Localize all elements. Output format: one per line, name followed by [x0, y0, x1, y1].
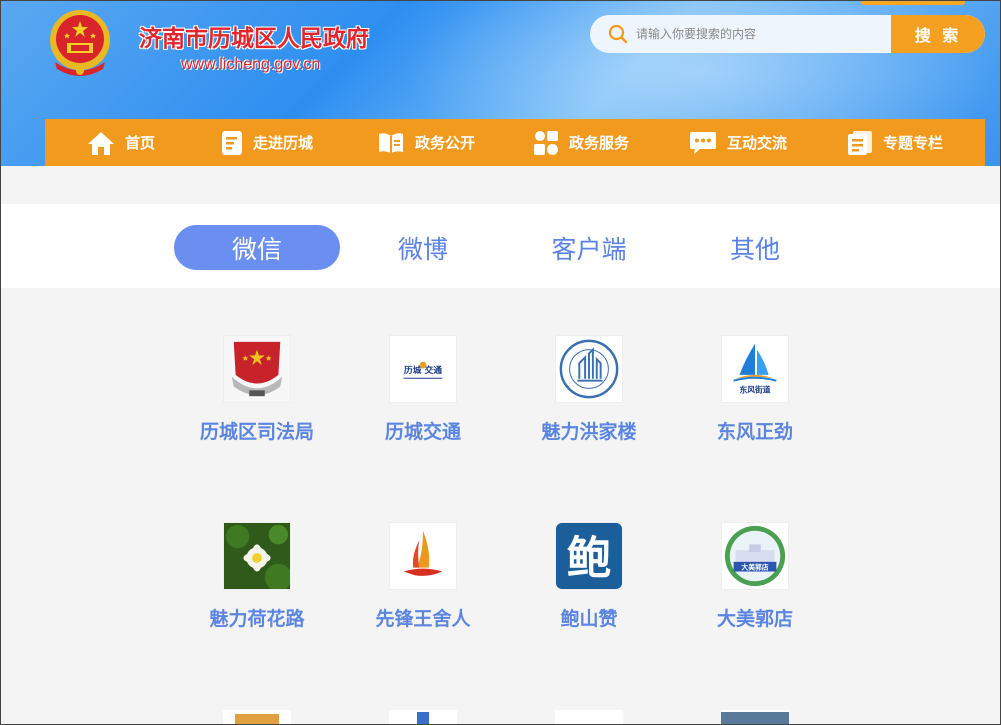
grid-service-icon: [534, 130, 558, 155]
search-button[interactable]: 搜 索: [891, 15, 985, 53]
main-nav: 首页 走进历城 政务公开 政务服务 互动交流 专题专栏: [45, 119, 985, 166]
account-logo-partial[interactable]: [721, 710, 789, 724]
account-label: 鲍山赞: [560, 608, 618, 630]
account-item[interactable]: 魅力荷花路: [174, 522, 340, 631]
svg-text:大美郭店: 大美郭店: [741, 563, 768, 572]
account-label: 历城区司法局: [199, 421, 314, 443]
justice-bureau-logo-icon: [223, 335, 291, 403]
account-label: 先锋王舍人: [375, 608, 471, 630]
nav-label: 互动交流: [727, 134, 788, 152]
search-box: 搜 索: [590, 15, 985, 53]
site-url[interactable]: www.licheng.gov.cn: [181, 56, 320, 74]
nav-item-interact[interactable]: 互动交流: [689, 119, 787, 166]
account-logo-partial[interactable]: [389, 710, 457, 724]
account-item[interactable]: 东风街道 东风正劲: [672, 335, 838, 444]
account-label: 大美郭店: [716, 608, 793, 630]
site-title: 济南市历城区人民政府: [139, 26, 369, 52]
nav-label: 首页: [125, 134, 156, 152]
account-item[interactable]: 魅力洪家楼: [506, 335, 672, 444]
national-emblem-icon: [50, 10, 110, 76]
platform-tabs: 微信 微博 客户端 其他: [1, 204, 1000, 288]
hongjialou-logo-icon: [555, 335, 623, 403]
account-logo-partial[interactable]: [223, 710, 291, 724]
baoshan-logo-icon: 鲍: [555, 522, 623, 590]
tab-weibo[interactable]: 微博: [340, 225, 506, 270]
licheng-traffic-logo-icon: 历城 交通: [389, 335, 457, 403]
nav-item-gov-service[interactable]: 政务服务: [533, 119, 629, 166]
account-item[interactable]: 历城区司法局: [174, 335, 340, 444]
nav-item-home[interactable]: 首页: [87, 119, 155, 166]
tab-wechat[interactable]: 微信: [174, 225, 340, 270]
tab-other[interactable]: 其他: [672, 225, 838, 270]
account-item[interactable]: 大美郭店 大美郭店: [672, 522, 838, 631]
guodian-logo-icon: 大美郭店: [721, 522, 789, 590]
nav-label: 专题专栏: [883, 134, 944, 152]
account-item[interactable]: 鲍 鲍山赞: [506, 522, 672, 631]
top-accent-tab: [861, 1, 965, 5]
search-icon: [608, 24, 628, 44]
account-item[interactable]: 历城 交通 历城交通: [340, 335, 506, 444]
home-icon: [88, 131, 114, 155]
lotus-logo-icon: [223, 522, 291, 590]
nav-item-gov-open[interactable]: 政务公开: [377, 119, 475, 166]
nav-label: 政务服务: [569, 134, 630, 152]
dongfeng-street-logo-icon: 东风街道: [721, 335, 789, 403]
nav-item-topics[interactable]: 专题专栏: [847, 119, 943, 166]
account-item[interactable]: 先锋王舍人: [340, 522, 506, 631]
account-label: 魅力洪家楼: [541, 421, 637, 443]
account-logo-partial[interactable]: [555, 710, 623, 724]
open-book-icon: [379, 132, 403, 153]
nav-label: 政务公开: [415, 134, 476, 152]
svg-text:鲍: 鲍: [567, 532, 612, 584]
nav-item-about[interactable]: 走进历城: [221, 119, 313, 166]
sail-logo-icon: [389, 522, 457, 590]
columns-icon: [848, 130, 872, 155]
account-label: 魅力荷花路: [209, 608, 305, 630]
search-input[interactable]: [636, 15, 886, 53]
account-label: 东风正劲: [716, 421, 793, 443]
tab-client[interactable]: 客户端: [506, 225, 672, 270]
svg-text:东风街道: 东风街道: [739, 384, 770, 394]
nav-label: 走进历城: [253, 134, 314, 152]
account-label: 历城交通: [384, 421, 461, 443]
chat-icon: [690, 131, 716, 154]
document-icon: [222, 130, 242, 155]
